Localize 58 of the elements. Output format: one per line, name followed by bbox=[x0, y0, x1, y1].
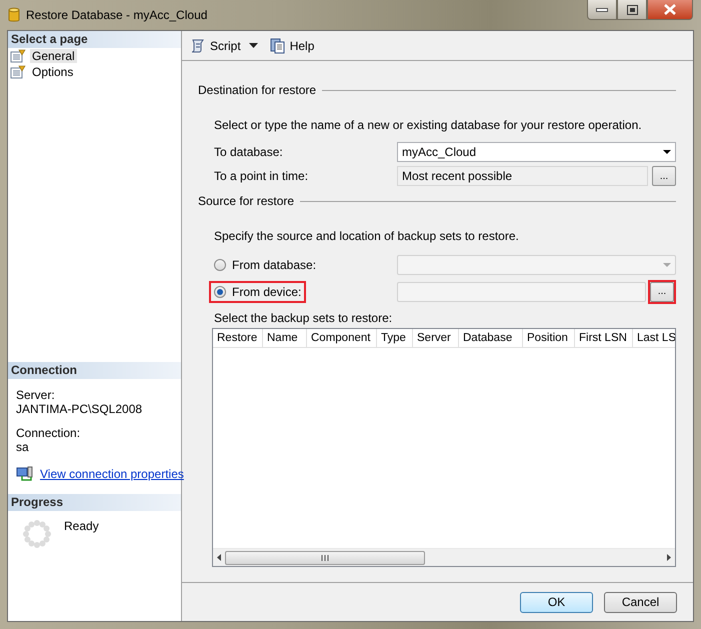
close-icon bbox=[664, 4, 676, 15]
field-label: To database: bbox=[214, 145, 283, 159]
column-header[interactable]: Type bbox=[377, 329, 413, 347]
panel-header: Select a page bbox=[8, 31, 181, 48]
radio-label: From device: bbox=[232, 284, 302, 298]
cancel-button[interactable]: Cancel bbox=[604, 592, 677, 612]
table-label: Select the backup sets to restore: bbox=[214, 311, 394, 325]
field-label: To a point in time: bbox=[214, 169, 308, 183]
grip-icon bbox=[321, 554, 329, 560]
radio-label: From database: bbox=[232, 258, 316, 272]
connection-label: Connection: bbox=[16, 426, 80, 440]
horizontal-scrollbar[interactable] bbox=[213, 548, 675, 566]
browse-button[interactable]: ... bbox=[650, 282, 674, 302]
connection-properties-link[interactable]: View connection properties bbox=[40, 467, 184, 481]
caret-icon bbox=[663, 262, 671, 266]
minimize-icon bbox=[596, 8, 608, 12]
point-in-time-field: Most recent possible bbox=[397, 166, 648, 186]
instruction-text: Select or type the name of a new or existing database for your restore operation. bbox=[214, 118, 643, 132]
left-arrow-icon[interactable] bbox=[217, 554, 221, 561]
spinner-icon bbox=[22, 519, 52, 549]
column-header[interactable]: Name bbox=[263, 329, 307, 347]
database-dropdown[interactable]: myAcc_Cloud bbox=[397, 142, 676, 162]
column-header[interactable]: Restore bbox=[213, 329, 263, 347]
page-item[interactable]: General bbox=[30, 49, 77, 63]
ok-button[interactable]: OK bbox=[520, 592, 593, 612]
radio-button[interactable] bbox=[214, 258, 226, 270]
browse-button[interactable]: ... bbox=[652, 166, 676, 186]
device-field[interactable] bbox=[397, 282, 646, 302]
column-header[interactable]: Position bbox=[523, 329, 575, 347]
window-title: Restore Database - myAcc_Cloud bbox=[26, 8, 208, 22]
column-header[interactable]: Component bbox=[307, 329, 377, 347]
progress-status: Ready bbox=[64, 519, 99, 533]
page-item[interactable]: Options bbox=[30, 65, 76, 79]
network-computer-icon bbox=[16, 466, 34, 482]
scroll-icon bbox=[190, 38, 206, 54]
server-value: JANTIMA-PC\SQL2008 bbox=[16, 402, 142, 416]
instruction-text: Specify the source and location of backup sets to restore. bbox=[214, 229, 520, 243]
maximize-icon bbox=[626, 4, 638, 14]
document-icon bbox=[270, 38, 286, 54]
caret-icon bbox=[663, 150, 671, 154]
minimize-button[interactable] bbox=[587, 0, 617, 20]
column-header[interactable]: First LSN bbox=[575, 329, 633, 347]
section-heading: Source for restore bbox=[198, 194, 294, 208]
server-label: Server: bbox=[16, 388, 55, 402]
help-button[interactable]: Help bbox=[268, 36, 316, 56]
connection-value: sa bbox=[16, 440, 29, 454]
dropdown-caret-icon[interactable] bbox=[248, 43, 258, 48]
close-button[interactable] bbox=[647, 0, 693, 20]
section-heading: Destination for restore bbox=[198, 83, 316, 97]
column-header[interactable]: Server bbox=[413, 329, 459, 347]
database-icon bbox=[8, 7, 20, 23]
column-header[interactable]: Database bbox=[459, 329, 523, 347]
maximize-button[interactable] bbox=[617, 0, 647, 20]
script-button[interactable]: Script bbox=[188, 36, 243, 56]
right-arrow-icon[interactable] bbox=[667, 554, 671, 561]
panel-header: Connection bbox=[8, 362, 181, 379]
panel-header: Progress bbox=[8, 494, 181, 511]
radio-button[interactable] bbox=[214, 286, 226, 298]
